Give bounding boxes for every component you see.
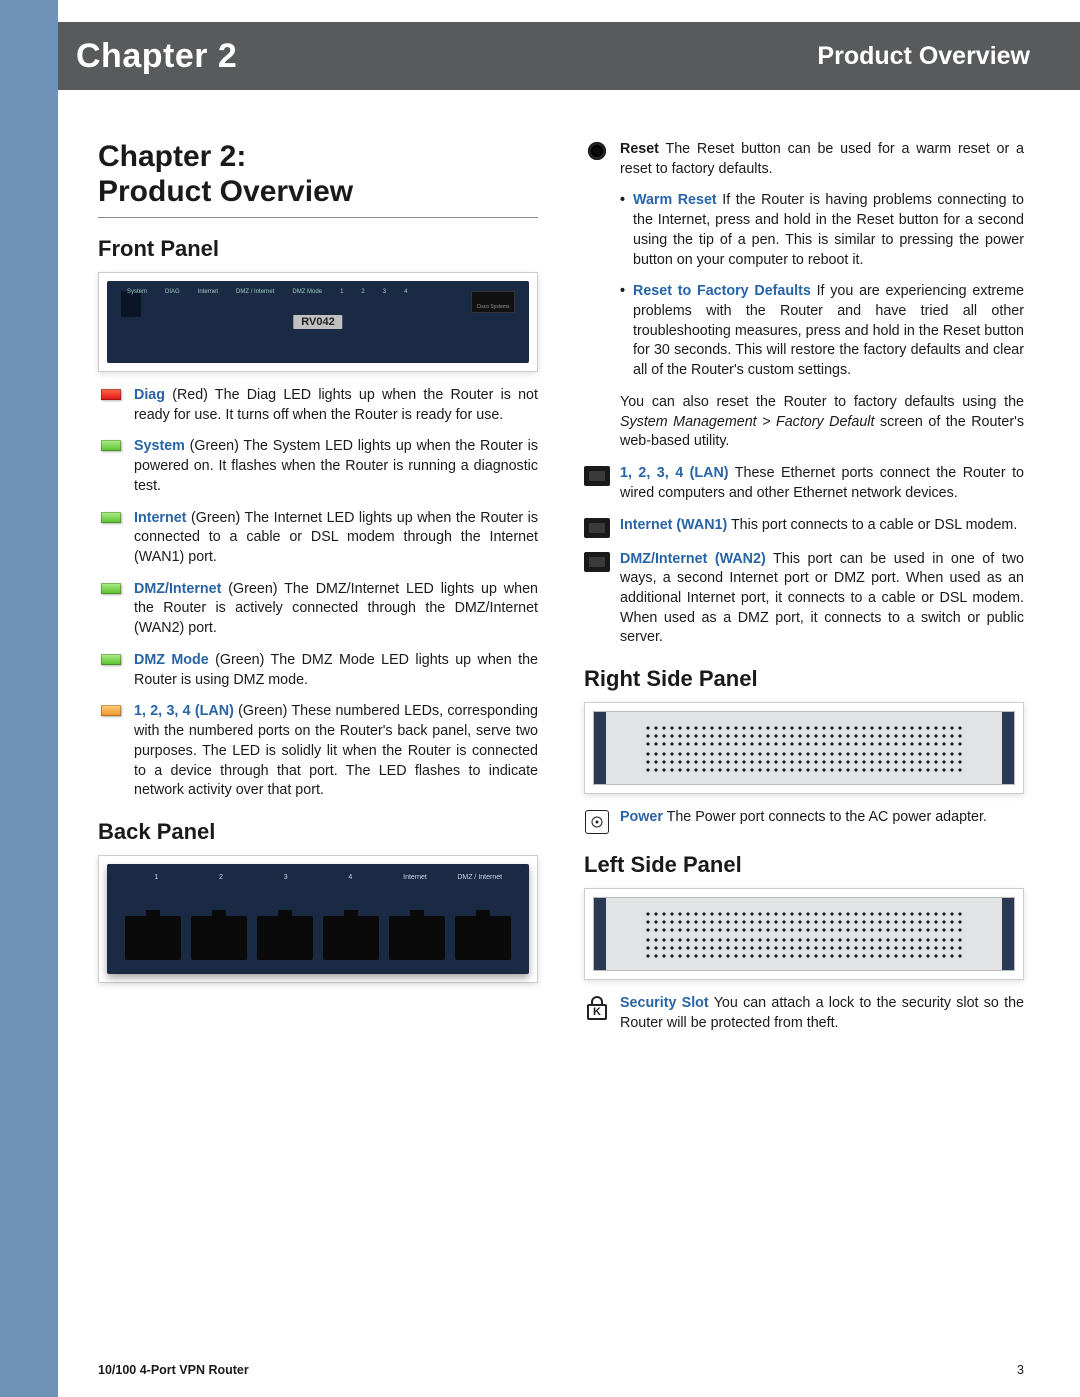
left-column: Chapter 2: Product Overview Front Panel … <box>98 140 538 1046</box>
page-header: Chapter 2 Product Overview <box>58 22 1080 90</box>
led-icon <box>101 583 121 594</box>
front-panel-image: SystemDIAG InternetDMZ / Internet DMZ Mo… <box>98 272 538 372</box>
lock-icon: K <box>586 996 608 1033</box>
bullet-warm-reset: Warm Reset If the Router is having probl… <box>620 191 1024 270</box>
led-icon <box>101 654 121 665</box>
header-chapter: Chapter 2 <box>76 37 237 76</box>
right-column: Reset The Reset button can be used for a… <box>584 140 1024 1046</box>
reset-item: Reset The Reset button can be used for a… <box>584 140 1024 179</box>
chapter-title: Chapter 2: Product Overview <box>98 140 538 218</box>
reset-button-icon <box>588 142 606 160</box>
rj45-port-icon <box>125 916 181 960</box>
brand-label: Cisco Systems <box>471 291 515 313</box>
ethernet-port-icon <box>584 518 610 538</box>
port-item-wan2: DMZ/Internet (WAN2) This port can be use… <box>584 550 1024 649</box>
security-slot-item: K Security Slot You can attach a lock to… <box>584 994 1024 1033</box>
reset-bullets: Warm Reset If the Router is having probl… <box>620 191 1024 380</box>
page-footer: 10/100 4-Port VPN Router 3 <box>98 1363 1024 1377</box>
led-item-internet: Internet (Green) The Internet LED lights… <box>98 509 538 568</box>
led-icon <box>101 705 121 716</box>
led-icon <box>101 389 121 400</box>
led-item-lan: 1, 2, 3, 4 (LAN) (Green) These numbered … <box>98 702 538 801</box>
reset-note: You can also reset the Router to factory… <box>590 393 1024 452</box>
rj45-port-icon <box>257 916 313 960</box>
led-item-system: System (Green) The System LED lights up … <box>98 437 538 496</box>
page-body: Chapter 2: Product Overview Front Panel … <box>58 90 1080 1397</box>
port-item-lan: 1, 2, 3, 4 (LAN) These Ethernet ports co… <box>584 464 1024 503</box>
left-side-panel-image <box>584 888 1024 980</box>
ethernet-port-icon <box>584 466 610 486</box>
rj45-port-icon <box>455 916 511 960</box>
front-panel-led-list: Diag (Red) The Diag LED lights up when t… <box>98 386 538 801</box>
back-panel-image: 12 34 InternetDMZ / Internet <box>98 855 538 983</box>
bullet-factory-defaults: Reset to Factory Defaults If you are exp… <box>620 282 1024 381</box>
rj45-port-icon <box>389 916 445 960</box>
front-panel-heading: Front Panel <box>98 236 538 262</box>
footer-product: 10/100 4-Port VPN Router <box>98 1363 249 1377</box>
right-side-panel-heading: Right Side Panel <box>584 666 1024 692</box>
power-port-icon <box>585 810 609 834</box>
led-item-dmz-internet: DMZ/Internet (Green) The DMZ/Internet LE… <box>98 580 538 639</box>
led-icon <box>101 440 121 451</box>
footer-page-number: 3 <box>1017 1363 1024 1377</box>
led-item-diag: Diag (Red) The Diag LED lights up when t… <box>98 386 538 425</box>
header-section: Product Overview <box>817 42 1030 71</box>
led-icon <box>101 512 121 523</box>
left-margin-bar <box>0 0 58 1397</box>
ethernet-port-icon <box>584 552 610 572</box>
rj45-port-icon <box>323 916 379 960</box>
model-label: RV042 <box>293 315 342 329</box>
right-side-panel-image <box>584 702 1024 794</box>
port-item-wan1: Internet (WAN1) This port connects to a … <box>584 516 1024 538</box>
back-panel-heading: Back Panel <box>98 819 538 845</box>
left-side-panel-heading: Left Side Panel <box>584 852 1024 878</box>
led-item-dmz-mode: DMZ Mode (Green) The DMZ Mode LED lights… <box>98 651 538 690</box>
rj45-port-icon <box>191 916 247 960</box>
power-item: Power The Power port connects to the AC … <box>584 808 1024 834</box>
